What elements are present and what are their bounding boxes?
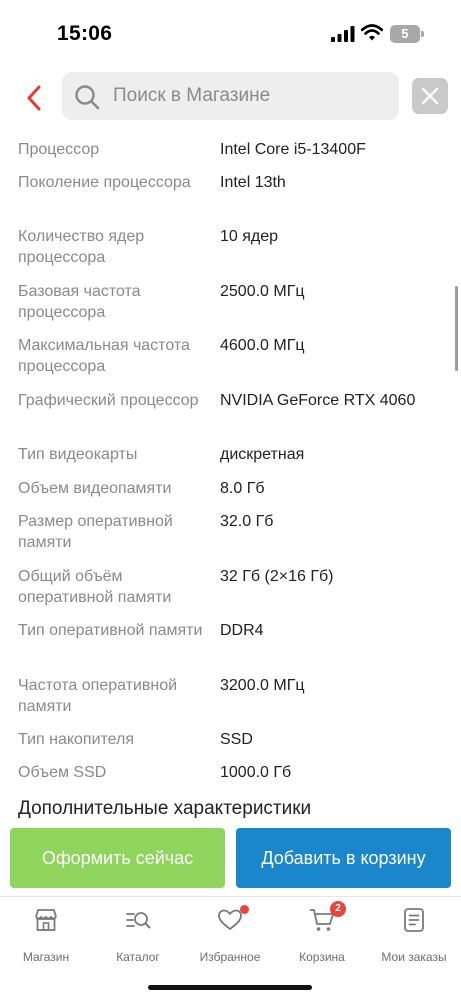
spec-label: Базовая частота процессора bbox=[18, 283, 141, 321]
spec-label: Максимальная частота процессора bbox=[18, 337, 190, 375]
search-icon bbox=[75, 85, 100, 110]
wifi-icon bbox=[361, 24, 383, 41]
nav-item-store[interactable]: Магазин bbox=[0, 907, 92, 967]
add-to-cart-button[interactable]: Добавить в корзину bbox=[236, 828, 451, 888]
specs-scroll-area[interactable]: Процессор Intel Core i5-13400F Поколение… bbox=[0, 126, 461, 826]
orders-icon bbox=[404, 908, 424, 932]
bottom-nav: Магазин Каталог Избранное 2 Корзина Мои … bbox=[0, 896, 461, 999]
nav-item-favorites[interactable]: Избранное bbox=[184, 905, 276, 967]
back-button[interactable] bbox=[14, 78, 54, 118]
spec-value: 3200.0 МГц bbox=[220, 677, 305, 694]
favorites-notification-dot bbox=[240, 905, 249, 914]
nav-label: Магазин bbox=[22, 950, 70, 964]
action-bar: Оформить сейчас Добавить в корзину bbox=[0, 826, 461, 896]
spec-value: DDR4 bbox=[220, 622, 264, 639]
buy-now-button[interactable]: Оформить сейчас bbox=[10, 828, 225, 888]
heart-icon bbox=[218, 909, 242, 930]
spec-label: Частота оперативной памяти bbox=[18, 677, 178, 715]
nav-item-cart[interactable]: 2 Корзина bbox=[276, 901, 368, 967]
spec-value: 8.0 Гб bbox=[220, 480, 265, 497]
nav-item-orders[interactable]: Мои заказы bbox=[368, 907, 460, 967]
battery-icon: 5 bbox=[390, 25, 424, 43]
close-icon bbox=[421, 87, 439, 105]
spec-label: Объем SSD bbox=[18, 764, 107, 781]
home-indicator[interactable] bbox=[148, 985, 312, 990]
nav-label: Мои заказы bbox=[381, 950, 447, 964]
spec-label: Поколение процессора bbox=[18, 174, 191, 191]
clear-search-button[interactable] bbox=[412, 78, 448, 114]
spec-label: Процессор bbox=[18, 141, 100, 158]
spec-value: SSD bbox=[220, 731, 253, 748]
cart-count-badge: 2 bbox=[330, 901, 346, 917]
spec-value: 32.0 Гб bbox=[220, 513, 274, 530]
spec-value: Intel Core i5-13400F bbox=[220, 141, 366, 158]
spec-value: Intel 13th bbox=[220, 174, 286, 191]
chevron-left-icon bbox=[27, 85, 41, 111]
spec-value: дискретная bbox=[220, 446, 305, 463]
spec-value: 4600.0 МГц bbox=[220, 337, 305, 354]
store-icon bbox=[35, 909, 57, 931]
section-title: Дополнительные характеристики bbox=[18, 798, 312, 819]
spec-label: Тип видеокарты bbox=[18, 446, 138, 463]
spec-label: Тип оперативной памяти bbox=[18, 622, 203, 639]
spec-value: 2500.0 МГц bbox=[220, 283, 305, 300]
status-time: 15:06 bbox=[57, 22, 113, 45]
search-header: Поиск в Магазине bbox=[0, 70, 461, 126]
search-input[interactable]: Поиск в Магазине bbox=[62, 72, 399, 120]
spec-value: 10 ядер bbox=[220, 228, 279, 245]
battery-level: 5 bbox=[390, 25, 420, 43]
nav-label: Избранное bbox=[199, 950, 261, 964]
status-bar: 15:06 5 bbox=[0, 0, 461, 70]
spec-value: NVIDIA GeForce RTX 4060 bbox=[220, 392, 416, 409]
nav-label: Корзина bbox=[299, 950, 345, 964]
spec-label: Объем видеопамяти bbox=[18, 480, 172, 497]
spec-label: Количество ядер процессора bbox=[18, 228, 145, 266]
spec-label: Тип накопителя bbox=[18, 731, 135, 748]
signal-icon bbox=[331, 26, 355, 42]
battery-tip bbox=[421, 31, 424, 37]
spec-label: Размер оперативной памяти bbox=[18, 513, 173, 551]
scrollbar[interactable] bbox=[455, 286, 458, 371]
catalog-search-icon bbox=[126, 912, 151, 929]
spec-value: 32 Гб (2×16 Гб) bbox=[220, 568, 334, 585]
spec-label: Общий объём оперативной памяти bbox=[18, 568, 172, 606]
spec-value: 1000.0 Гб bbox=[220, 764, 292, 781]
search-placeholder: Поиск в Магазине bbox=[113, 85, 271, 106]
nav-item-catalog[interactable]: Каталог bbox=[92, 907, 184, 967]
spec-label: Графический процессор bbox=[18, 392, 199, 409]
nav-label: Каталог bbox=[116, 950, 160, 964]
